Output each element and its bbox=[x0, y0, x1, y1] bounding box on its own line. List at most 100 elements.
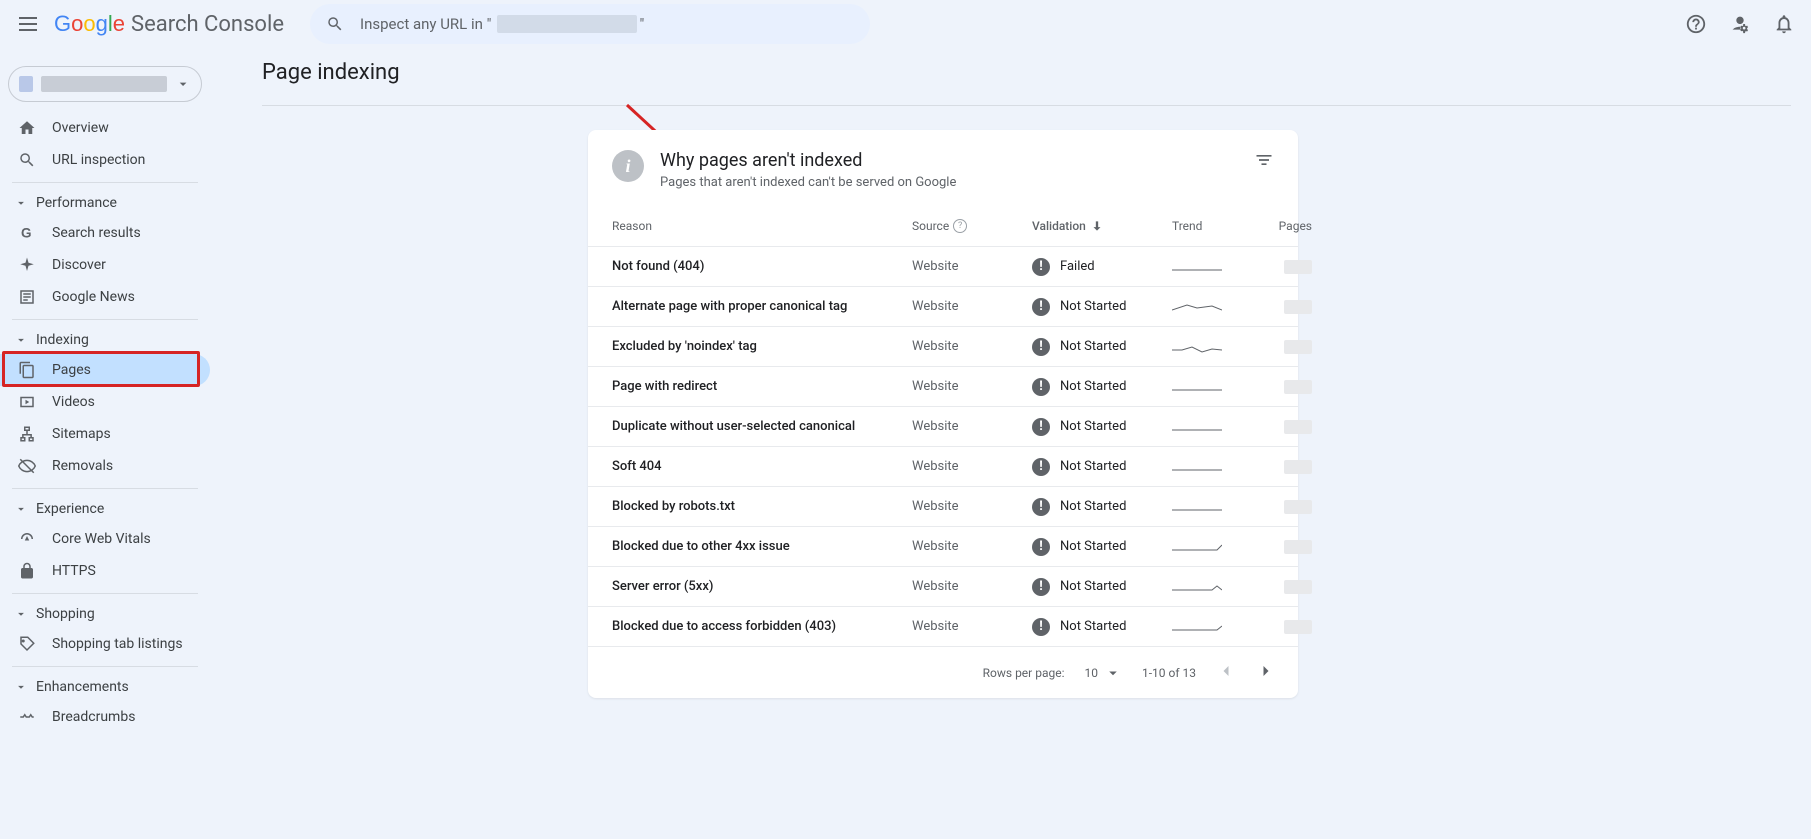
alert-icon: ! bbox=[1032, 498, 1050, 516]
cell-reason: Page with redirect bbox=[612, 379, 912, 394]
nav-https[interactable]: HTTPS bbox=[0, 555, 210, 587]
filter-icon[interactable] bbox=[1254, 150, 1274, 174]
breadcrumbs-icon bbox=[18, 708, 36, 726]
card-title: Why pages aren't indexed bbox=[660, 150, 956, 171]
nav-google-news[interactable]: Google News bbox=[0, 281, 210, 313]
help-icon[interactable] bbox=[1685, 13, 1707, 35]
alert-icon: ! bbox=[1032, 338, 1050, 356]
th-pages[interactable]: Pages bbox=[1252, 219, 1312, 233]
cell-source: Website bbox=[912, 339, 1032, 354]
cell-source: Website bbox=[912, 459, 1032, 474]
chevron-down-icon bbox=[175, 75, 191, 93]
cell-trend bbox=[1172, 540, 1222, 554]
nav-sitemaps[interactable]: Sitemaps bbox=[0, 418, 210, 450]
nav-url-inspection[interactable]: URL inspection bbox=[0, 144, 210, 176]
search-icon bbox=[18, 151, 36, 169]
cell-reason: Excluded by 'noindex' tag bbox=[612, 339, 912, 354]
nav-videos[interactable]: Videos bbox=[0, 386, 210, 418]
sitemap-icon bbox=[18, 425, 36, 443]
table-row[interactable]: Excluded by 'noindex' tag Website !Not S… bbox=[588, 326, 1298, 366]
section-performance[interactable]: Performance bbox=[0, 189, 210, 217]
table-row[interactable]: Blocked due to other 4xx issue Website !… bbox=[588, 526, 1298, 566]
page-title: Page indexing bbox=[262, 60, 1791, 85]
property-selector[interactable] bbox=[8, 66, 202, 102]
cell-validation: !Not Started bbox=[1032, 458, 1172, 476]
cell-pages bbox=[1252, 580, 1312, 594]
cell-source: Website bbox=[912, 539, 1032, 554]
nav-label: Discover bbox=[52, 257, 106, 273]
alert-icon: ! bbox=[1032, 578, 1050, 596]
cell-pages bbox=[1252, 420, 1312, 434]
nav-label: Search results bbox=[52, 225, 141, 241]
alert-icon: ! bbox=[1032, 538, 1050, 556]
nav-discover[interactable]: Discover bbox=[0, 249, 210, 281]
table-row[interactable]: Blocked by robots.txt Website !Not Start… bbox=[588, 486, 1298, 526]
cell-pages bbox=[1252, 260, 1312, 274]
nav-removals[interactable]: Removals bbox=[0, 450, 210, 482]
nav-label: Videos bbox=[52, 394, 95, 410]
cell-pages bbox=[1252, 460, 1312, 474]
cell-trend bbox=[1172, 580, 1222, 594]
tag-icon bbox=[18, 635, 36, 653]
table-row[interactable]: Page with redirect Website !Not Started bbox=[588, 366, 1298, 406]
th-validation[interactable]: Validation bbox=[1032, 219, 1172, 233]
alert-icon: ! bbox=[1032, 298, 1050, 316]
url-inspect-search[interactable]: Inspect any URL in "" bbox=[310, 4, 870, 44]
next-page-button[interactable] bbox=[1256, 661, 1276, 684]
nav-label: Removals bbox=[52, 458, 113, 474]
alert-icon: ! bbox=[1032, 618, 1050, 636]
cell-pages bbox=[1252, 540, 1312, 554]
table-row[interactable]: Server error (5xx) Website !Not Started bbox=[588, 566, 1298, 606]
cell-pages bbox=[1252, 340, 1312, 354]
cell-validation: !Not Started bbox=[1032, 618, 1172, 636]
cell-pages bbox=[1252, 380, 1312, 394]
section-enhancements[interactable]: Enhancements bbox=[0, 673, 210, 701]
nav-shopping-tab-listings[interactable]: Shopping tab listings bbox=[0, 628, 210, 660]
th-source[interactable]: Source? bbox=[912, 219, 1032, 233]
search-icon bbox=[326, 15, 344, 33]
svg-text:G: G bbox=[21, 226, 32, 241]
chevron-down-icon bbox=[14, 502, 28, 516]
users-settings-icon[interactable] bbox=[1729, 13, 1751, 35]
section-label: Performance bbox=[36, 195, 117, 211]
search-placeholder: Inspect any URL in "" bbox=[360, 15, 644, 33]
nav-breadcrumbs[interactable]: Breadcrumbs bbox=[0, 701, 210, 733]
alert-icon: ! bbox=[1032, 458, 1050, 476]
table-row[interactable]: Blocked due to access forbidden (403) We… bbox=[588, 606, 1298, 646]
table-row[interactable]: Not found (404) Website !Failed bbox=[588, 246, 1298, 286]
section-shopping[interactable]: Shopping bbox=[0, 600, 210, 628]
table-row[interactable]: Duplicate without user-selected canonica… bbox=[588, 406, 1298, 446]
nav-core-web-vitals[interactable]: Core Web Vitals bbox=[0, 523, 210, 555]
logo[interactable]: Google Search Console bbox=[54, 11, 284, 37]
cell-reason: Not found (404) bbox=[612, 259, 912, 274]
news-icon bbox=[18, 288, 36, 306]
chevron-down-icon bbox=[14, 333, 28, 347]
cell-validation: !Not Started bbox=[1032, 298, 1172, 316]
speed-icon bbox=[18, 530, 36, 548]
help-circle-icon[interactable]: ? bbox=[953, 219, 967, 233]
rows-per-page-select[interactable]: 10 bbox=[1084, 664, 1122, 682]
pagination-range: 1-10 of 13 bbox=[1142, 666, 1196, 680]
nav-overview[interactable]: Overview bbox=[0, 112, 210, 144]
cell-trend bbox=[1172, 420, 1222, 434]
section-label: Experience bbox=[36, 501, 104, 517]
g-icon: G bbox=[18, 224, 36, 242]
th-trend[interactable]: Trend bbox=[1172, 219, 1252, 233]
hamburger-menu-icon[interactable] bbox=[16, 12, 40, 36]
table-row[interactable]: Alternate page with proper canonical tag… bbox=[588, 286, 1298, 326]
nav-search-results[interactable]: G Search results bbox=[0, 217, 210, 249]
content: Page indexing i Why pages aren't indexed… bbox=[262, 60, 1791, 698]
cell-source: Website bbox=[912, 299, 1032, 314]
cell-source: Website bbox=[912, 619, 1032, 634]
prev-page-button[interactable] bbox=[1216, 661, 1236, 684]
notifications-icon[interactable] bbox=[1773, 13, 1795, 35]
home-icon bbox=[18, 119, 36, 137]
cell-trend bbox=[1172, 340, 1222, 354]
table-row[interactable]: Soft 404 Website !Not Started bbox=[588, 446, 1298, 486]
section-experience[interactable]: Experience bbox=[0, 495, 210, 523]
nav-pages[interactable]: Pages bbox=[0, 354, 210, 386]
cell-reason: Server error (5xx) bbox=[612, 579, 912, 594]
chevron-down-icon bbox=[14, 196, 28, 210]
th-reason[interactable]: Reason bbox=[612, 219, 912, 233]
section-indexing[interactable]: Indexing bbox=[0, 326, 210, 354]
